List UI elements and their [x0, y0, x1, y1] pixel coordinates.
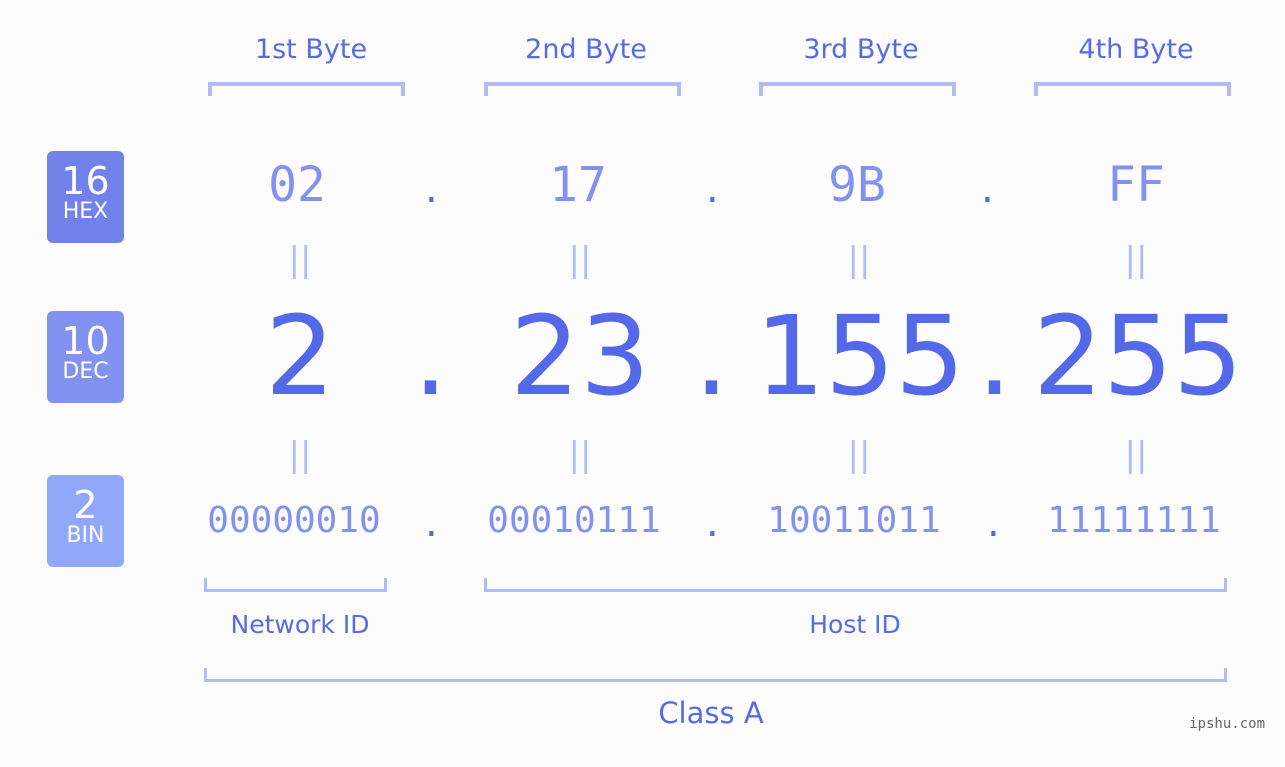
byte-bracket-3: [759, 82, 956, 96]
dec-byte-4: 255: [1033, 292, 1243, 420]
hex-badge-label: HEX: [62, 199, 109, 224]
dec-separator-3: .: [977, 292, 1012, 420]
hex-badge: 16 HEX: [47, 151, 124, 243]
network-id-label: Network ID: [230, 610, 370, 639]
bin-separator-2: .: [706, 500, 719, 546]
bin-byte-4: 11111111: [1047, 500, 1221, 541]
hex-separator-2: .: [706, 166, 719, 212]
bin-badge: 2 BIN: [47, 475, 124, 567]
dec-badge-label: DEC: [62, 359, 109, 384]
equals-sign: ||: [288, 435, 312, 475]
host-id-label: Host ID: [809, 610, 901, 639]
hex-byte-4: FF: [1107, 157, 1165, 213]
hex-byte-2: 17: [549, 157, 607, 213]
dec-byte-2: 23: [510, 292, 650, 420]
byte-label-1: 1st Byte: [254, 34, 368, 65]
bin-separator-3: .: [987, 500, 1000, 546]
dec-byte-3: 155: [755, 292, 965, 420]
equals-sign: ||: [568, 435, 592, 475]
equals-sign: ||: [847, 240, 871, 280]
equals-sign: ||: [1124, 435, 1148, 475]
bin-badge-number: 2: [73, 483, 98, 527]
bin-byte-1: 00000010: [207, 500, 381, 541]
bin-byte-3: 10011011: [767, 500, 941, 541]
watermark: ipshu.com: [1189, 716, 1265, 732]
byte-label-2: 2nd Byte: [525, 34, 647, 65]
equals-sign: ||: [288, 240, 312, 280]
hex-badge-number: 16: [61, 159, 110, 203]
hex-separator-1: .: [425, 166, 438, 212]
bin-separator-1: .: [425, 500, 438, 546]
dec-separator-2: .: [694, 292, 729, 420]
host-id-bracket: [484, 578, 1227, 592]
class-label: Class A: [658, 696, 764, 730]
byte-bracket-2: [484, 82, 681, 96]
bin-byte-2: 00010111: [487, 500, 661, 541]
byte-bracket-1: [208, 82, 405, 96]
dec-badge: 10 DEC: [47, 311, 124, 403]
hex-byte-3: 9B: [828, 157, 886, 213]
dec-separator-1: .: [413, 292, 448, 420]
equals-sign: ||: [1124, 240, 1148, 280]
dec-badge-number: 10: [61, 319, 110, 363]
byte-bracket-4: [1034, 82, 1231, 96]
byte-label-3: 3rd Byte: [803, 34, 919, 65]
equals-sign: ||: [568, 240, 592, 280]
bin-badge-label: BIN: [66, 523, 105, 548]
hex-separator-3: .: [981, 166, 994, 212]
hex-byte-1: 02: [268, 157, 326, 213]
dec-byte-1: 2: [265, 292, 335, 420]
equals-sign: ||: [847, 435, 871, 475]
class-bracket: [204, 668, 1227, 682]
byte-label-4: 4th Byte: [1078, 34, 1194, 65]
network-id-bracket: [204, 578, 387, 592]
